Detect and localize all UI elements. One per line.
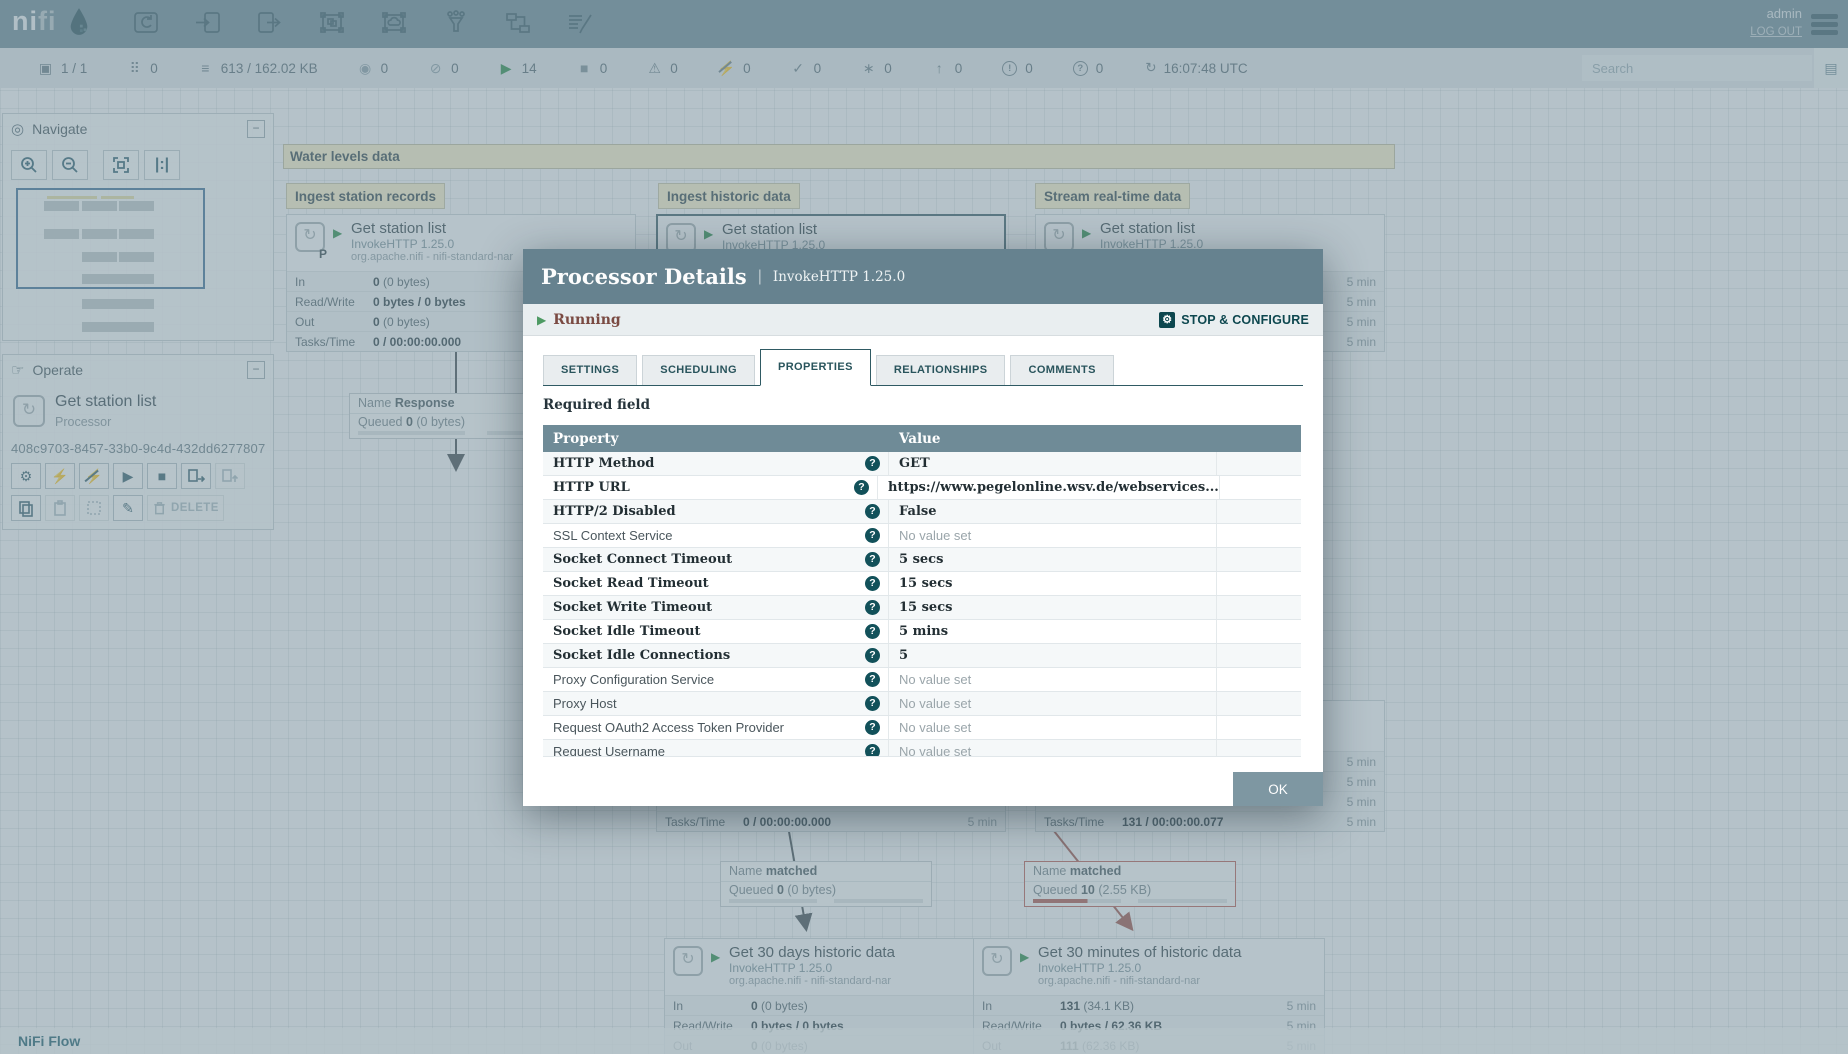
help-icon[interactable]: ? [865,552,880,567]
property-row: Request Username ? No value set [543,740,1301,757]
property-value: https://www.pegelonline.wsv.de/webservic… [878,476,1220,499]
property-extra-cell [1217,716,1301,739]
property-row: Socket Read Timeout ? 15 secs [543,572,1301,596]
property-extra-cell [1217,500,1301,523]
property-row: Socket Idle Connections ? 5 [543,644,1301,668]
dialog-tabs: SETTINGS SCHEDULING PROPERTIES RELATIONS… [543,349,1303,386]
property-value: No value set [889,716,1217,739]
property-name: Request OAuth2 Access Token Provider [553,720,784,735]
property-name: Socket Write Timeout [553,600,713,615]
help-icon[interactable]: ? [865,672,880,687]
property-name: Proxy Host [553,696,617,711]
property-value: GET [889,452,1217,475]
property-extra-cell [1217,644,1301,667]
property-name: HTTP/2 Disabled [553,504,676,519]
title-divider: | [757,267,762,285]
dialog-tab[interactable]: PROPERTIES [759,349,871,386]
property-row: HTTP Method ? GET [543,452,1301,476]
help-icon[interactable]: ? [865,696,880,711]
property-extra-cell [1217,524,1301,547]
gear-icon: ⚙ [1159,311,1176,328]
table-header: Property Value [543,425,1301,452]
property-column-header: Property [553,430,619,447]
property-value: No value set [889,740,1217,756]
property-row: Socket Idle Timeout ? 5 mins [543,620,1301,644]
property-row: HTTP/2 Disabled ? False [543,500,1301,524]
property-extra-cell [1220,476,1301,499]
property-extra-cell [1217,668,1301,691]
dialog-title: Processor Details [541,264,747,289]
property-name: Socket Idle Timeout [553,624,701,639]
property-row: Proxy Host ? No value set [543,692,1301,716]
property-row: HTTP URL ? https://www.pegelonline.wsv.d… [543,476,1301,500]
dialog-tab[interactable]: SCHEDULING [642,355,755,385]
help-icon[interactable]: ? [865,456,880,471]
dialog-tab[interactable]: RELATIONSHIPS [875,355,1006,385]
help-icon[interactable]: ? [865,744,880,756]
property-extra-cell [1217,548,1301,571]
property-value: 5 secs [889,548,1217,571]
dialog-tab[interactable]: SETTINGS [543,355,638,385]
property-name: Proxy Configuration Service [553,672,715,687]
required-field-note: Required field [543,397,651,413]
property-name: Socket Idle Connections [553,648,731,663]
property-extra-cell [1217,596,1301,619]
dialog-tab[interactable]: COMMENTS [1010,355,1114,385]
property-row: Request OAuth2 Access Token Provider ? N… [543,716,1301,740]
property-value: False [889,500,1217,523]
property-value: 5 [889,644,1217,667]
stop-and-configure-button[interactable]: ⚙ STOP & CONFIGURE [1159,311,1309,328]
help-icon[interactable]: ? [865,624,880,639]
properties-table: Property Value HTTP Method ? GET HTTP UR… [543,425,1301,757]
help-icon[interactable]: ? [865,528,880,543]
property-name: HTTP URL [553,480,630,495]
property-extra-cell [1217,692,1301,715]
help-icon[interactable]: ? [865,576,880,591]
help-icon[interactable]: ? [865,600,880,615]
dialog-subtitle: InvokeHTTP 1.25.0 [772,268,906,285]
status-row: ▶ Running ⚙ STOP & CONFIGURE [523,304,1323,336]
property-value: 15 secs [889,596,1217,619]
property-extra-cell [1217,572,1301,595]
property-row: Socket Write Timeout ? 15 secs [543,596,1301,620]
dialog-header: Processor Details | InvokeHTTP 1.25.0 [523,249,1323,304]
property-name: Request Username [553,744,665,757]
help-icon[interactable]: ? [865,648,880,663]
property-value: 15 secs [889,572,1217,595]
run-status-text: Running [553,311,621,328]
property-name: HTTP Method [553,456,655,471]
property-name: Socket Connect Timeout [553,552,733,567]
property-value: No value set [889,524,1217,547]
property-value: No value set [889,668,1217,691]
property-extra-cell [1217,740,1301,756]
property-row: Socket Connect Timeout ? 5 secs [543,548,1301,572]
processor-details-dialog: Processor Details | InvokeHTTP 1.25.0 ▶ … [523,249,1323,806]
property-name: Socket Read Timeout [553,576,709,591]
ok-button[interactable]: OK [1233,772,1323,806]
help-icon[interactable]: ? [865,720,880,735]
running-icon: ▶ [537,312,547,327]
property-name: SSL Context Service [553,528,673,543]
property-row: SSL Context Service ? No value set [543,524,1301,548]
property-row: Proxy Configuration Service ? No value s… [543,668,1301,692]
help-icon[interactable]: ? [854,480,869,495]
property-extra-cell [1217,620,1301,643]
property-extra-cell [1217,452,1301,475]
property-value: No value set [889,692,1217,715]
nifi-app: Water levels data Ingest station records… [0,0,1848,1054]
property-value: 5 mins [889,620,1217,643]
value-column-header: Value [899,430,941,447]
help-icon[interactable]: ? [865,504,880,519]
